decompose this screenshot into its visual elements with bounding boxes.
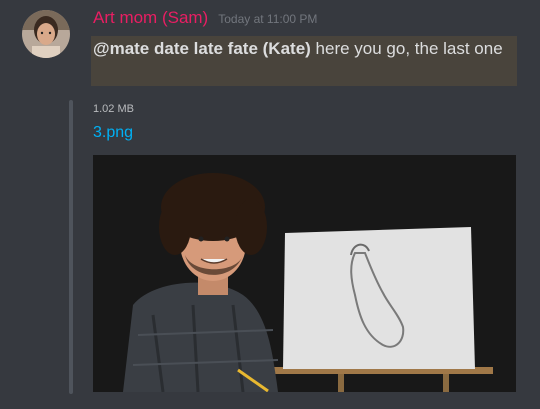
user-mention[interactable]: @mate date late fate (Kate): [93, 39, 311, 58]
message-content: @mate date late fate (Kate) here you go,…: [91, 36, 517, 86]
message-header: Art mom (Sam) Today at 11:00 PM: [93, 8, 317, 32]
message-timestamp[interactable]: Today at 11:00 PM: [218, 12, 317, 26]
message-text: here you go, the last one: [310, 39, 503, 58]
username[interactable]: Art mom (Sam): [93, 8, 208, 28]
chat-message: Art mom (Sam) Today at 11:00 PM @mate da…: [0, 0, 540, 409]
attachment-image[interactable]: [93, 155, 516, 392]
attachment-size: 1.02 MB: [93, 103, 134, 115]
user-avatar[interactable]: [22, 10, 70, 58]
attachment-filename-link[interactable]: 3.png: [93, 124, 133, 142]
attachment-accent-bar: [69, 100, 73, 394]
